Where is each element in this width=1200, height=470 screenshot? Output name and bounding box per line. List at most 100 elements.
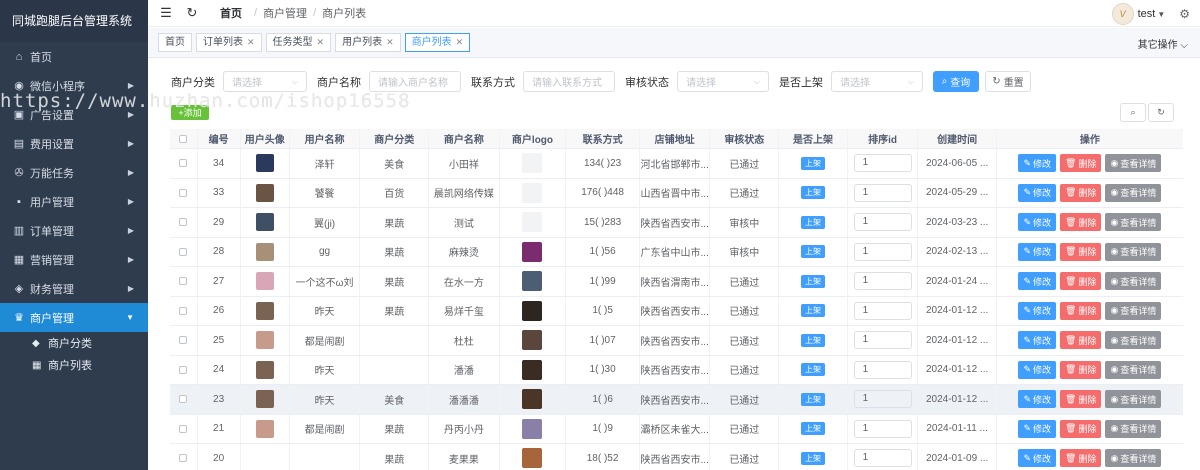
category-select[interactable]: 请选择 ⌵ [223, 71, 307, 92]
edit-button[interactable]: ✎ 修改 [1018, 419, 1057, 438]
reset-button[interactable]: ↻ 重置 [985, 71, 1031, 92]
chevron-down-icon[interactable]: ▼ [1157, 10, 1165, 19]
status-select[interactable]: 请选择 ⌵ [677, 71, 769, 92]
refresh-table-button[interactable]: ↻ [1148, 103, 1174, 122]
table-row[interactable]: 20 果蔬 麦果果 18( )52 陕西省西安市... 已通过 上架 1 2024-01-09 … [170, 444, 1183, 470]
table-row[interactable]: 26 昨天 果蔬 易烊千玺 1( )5 陕西省西安市... 已通过 上架 1 2024-01-12… [170, 296, 1183, 326]
avatar[interactable]: V [1111, 3, 1134, 25]
row-checkbox[interactable] [170, 237, 198, 266]
sort-input[interactable]: 1 [853, 272, 912, 291]
row-checkbox[interactable] [170, 296, 198, 325]
edit-button[interactable]: ✎ 修改 [1018, 331, 1057, 350]
table-row[interactable]: 23 昨天 美食 潘潘潘 1( )6 陕西省西安市... 已通过 上架 1 2024-01-12 … [170, 385, 1183, 415]
view-details-button[interactable]: ◉ 查看详情 [1105, 301, 1162, 320]
table-row[interactable]: 33 饕餮 百货 晨凯网络传媒 176( )448 山西省晋中市... 已通过 上架 1 2024… [170, 178, 1183, 208]
row-checkbox[interactable] [170, 444, 198, 470]
row-checkbox[interactable] [170, 385, 198, 414]
table-row[interactable]: 29 翼(ji) 果蔬 测试 15( )283 陕西省西安市... 审核中 上架 1 2024-0… [170, 208, 1183, 238]
view-details-button[interactable]: ◉ 查看详情 [1105, 390, 1162, 409]
tabs-more-button[interactable]: 其它操作 ⌵ [1138, 36, 1188, 51]
row-checkbox[interactable] [170, 355, 198, 384]
sort-input[interactable]: 1 [853, 242, 912, 261]
search-button[interactable]: ⌕ 查询 [933, 71, 979, 92]
breadcrumb-item[interactable]: 商户管理 [263, 5, 307, 21]
sort-input[interactable]: 1 [853, 331, 912, 350]
sort-input[interactable]: 1 [853, 213, 912, 232]
edit-button[interactable]: ✎ 修改 [1018, 301, 1057, 320]
search-toggle-button[interactable]: ⌕ [1120, 103, 1146, 122]
table-row[interactable]: 21 都是闹剧 果蔬 丹丙小丹 1( )9 灞桥区未雀大... 已通过 上架 1 2024-01-… [170, 414, 1183, 444]
sidebar-item[interactable]: ▦ 营销管理 ▶ [0, 245, 148, 274]
row-checkbox[interactable] [170, 414, 198, 443]
user-menu[interactable]: V test ▼ ⚙ [1111, 3, 1190, 25]
close-icon[interactable]: ✕ [456, 37, 464, 47]
view-details-button[interactable]: ◉ 查看详情 [1105, 154, 1162, 173]
table-row[interactable]: 28 gg 果蔬 麻辣烫 1( )56 广东省中山市... 审核中 上架 1 2024-02-13… [170, 237, 1183, 267]
table-row[interactable]: 34 泽轩 美食 小田祥 134( )23 河北省邯郸市... 已通过 上架 1 2024-06-… [170, 149, 1183, 179]
username[interactable]: test [1138, 8, 1156, 20]
edit-button[interactable]: ✎ 修改 [1018, 360, 1057, 379]
view-details-button[interactable]: ◉ 查看详情 [1105, 242, 1162, 261]
table-row[interactable]: 27 一个这不ω刘 果蔬 在水一方 1( )99 陕西省渭南市... 已通过 上架 1 2024-… [170, 267, 1183, 297]
delete-button[interactable]: 🗑 删除 [1060, 183, 1102, 202]
tab[interactable]: 订单列表 ✕ [196, 33, 262, 52]
refresh-icon[interactable]: ↻ [184, 5, 200, 21]
sidebar-item[interactable]: ✇ 万能任务 ▶ [0, 158, 148, 187]
row-checkbox[interactable] [170, 208, 198, 237]
view-details-button[interactable]: ◉ 查看详情 [1105, 331, 1162, 350]
hamburger-icon[interactable]: ☰ [158, 5, 174, 21]
sidebar-subitem[interactable]: ▦ 商户列表 [0, 354, 148, 376]
tab[interactable]: 商户列表 ✕ [404, 33, 471, 52]
table-row[interactable]: 25 都是闹剧 杜杜 1( )07 陕西省西安市... 已通过 上架 1 2024-01-12 … [170, 326, 1183, 356]
delete-button[interactable]: 🗑 删除 [1060, 331, 1102, 350]
sidebar-item[interactable]: ♛ 商户管理 ▼ [0, 303, 148, 332]
view-details-button[interactable]: ◉ 查看详情 [1105, 360, 1162, 379]
view-details-button[interactable]: ◉ 查看详情 [1105, 272, 1162, 291]
view-details-button[interactable]: ◉ 查看详情 [1105, 419, 1162, 438]
delete-button[interactable]: 🗑 删除 [1060, 301, 1102, 320]
delete-button[interactable]: 🗑 删除 [1060, 390, 1102, 409]
contact-input[interactable]: 请输入联系方式 [523, 71, 615, 92]
name-input[interactable]: 请输入商户名称 [369, 71, 461, 92]
sidebar-item[interactable]: ⌂ 首页 [0, 42, 148, 71]
edit-button[interactable]: ✎ 修改 [1018, 154, 1057, 173]
tab[interactable]: 用户列表 ✕ [335, 33, 401, 52]
gear-icon[interactable]: ⚙ [1179, 7, 1190, 21]
sort-input[interactable]: 1 [853, 301, 912, 320]
sort-input[interactable]: 1 [853, 449, 912, 468]
row-checkbox[interactable] [170, 149, 198, 178]
sort-input[interactable]: 1 [853, 183, 912, 202]
tab[interactable]: 首页 [158, 33, 192, 52]
view-details-button[interactable]: ◉ 查看详情 [1105, 213, 1162, 232]
delete-button[interactable]: 🗑 删除 [1060, 242, 1102, 261]
edit-button[interactable]: ✎ 修改 [1018, 213, 1057, 232]
edit-button[interactable]: ✎ 修改 [1018, 272, 1057, 291]
view-details-button[interactable]: ◉ 查看详情 [1105, 449, 1162, 468]
tab[interactable]: 任务类型 ✕ [265, 33, 332, 52]
edit-button[interactable]: ✎ 修改 [1018, 449, 1057, 468]
online-select[interactable]: 请选择 ⌵ [831, 71, 923, 92]
delete-button[interactable]: 🗑 删除 [1060, 154, 1102, 173]
sort-input[interactable]: 1 [853, 419, 912, 438]
close-icon[interactable]: ✕ [317, 37, 325, 47]
delete-button[interactable]: 🗑 删除 [1060, 213, 1102, 232]
sidebar-item[interactable]: ▥ 订单管理 ▶ [0, 216, 148, 245]
delete-button[interactable]: 🗑 删除 [1060, 272, 1102, 291]
edit-button[interactable]: ✎ 修改 [1018, 183, 1057, 202]
view-details-button[interactable]: ◉ 查看详情 [1105, 183, 1162, 202]
delete-button[interactable]: 🗑 删除 [1060, 449, 1102, 468]
sort-input[interactable]: 1 [853, 154, 912, 173]
sort-input[interactable]: 1 [853, 390, 912, 409]
edit-button[interactable]: ✎ 修改 [1018, 390, 1057, 409]
row-checkbox[interactable] [170, 326, 198, 355]
row-checkbox[interactable] [170, 178, 198, 207]
sidebar-item[interactable]: ▪ 用户管理 ▶ [0, 187, 148, 216]
sort-input[interactable]: 1 [853, 360, 912, 379]
table-row[interactable]: 24 昨天 潘潘 1( )30 陕西省西安市... 已通过 上架 1 2024-01-12 ..… [170, 355, 1183, 385]
select-all-checkbox[interactable] [170, 129, 198, 148]
delete-button[interactable]: 🗑 删除 [1060, 419, 1102, 438]
row-checkbox[interactable] [170, 267, 198, 296]
sidebar-item[interactable]: ◈ 财务管理 ▶ [0, 274, 148, 303]
delete-button[interactable]: 🗑 删除 [1060, 360, 1102, 379]
close-icon[interactable]: ✕ [386, 37, 394, 47]
